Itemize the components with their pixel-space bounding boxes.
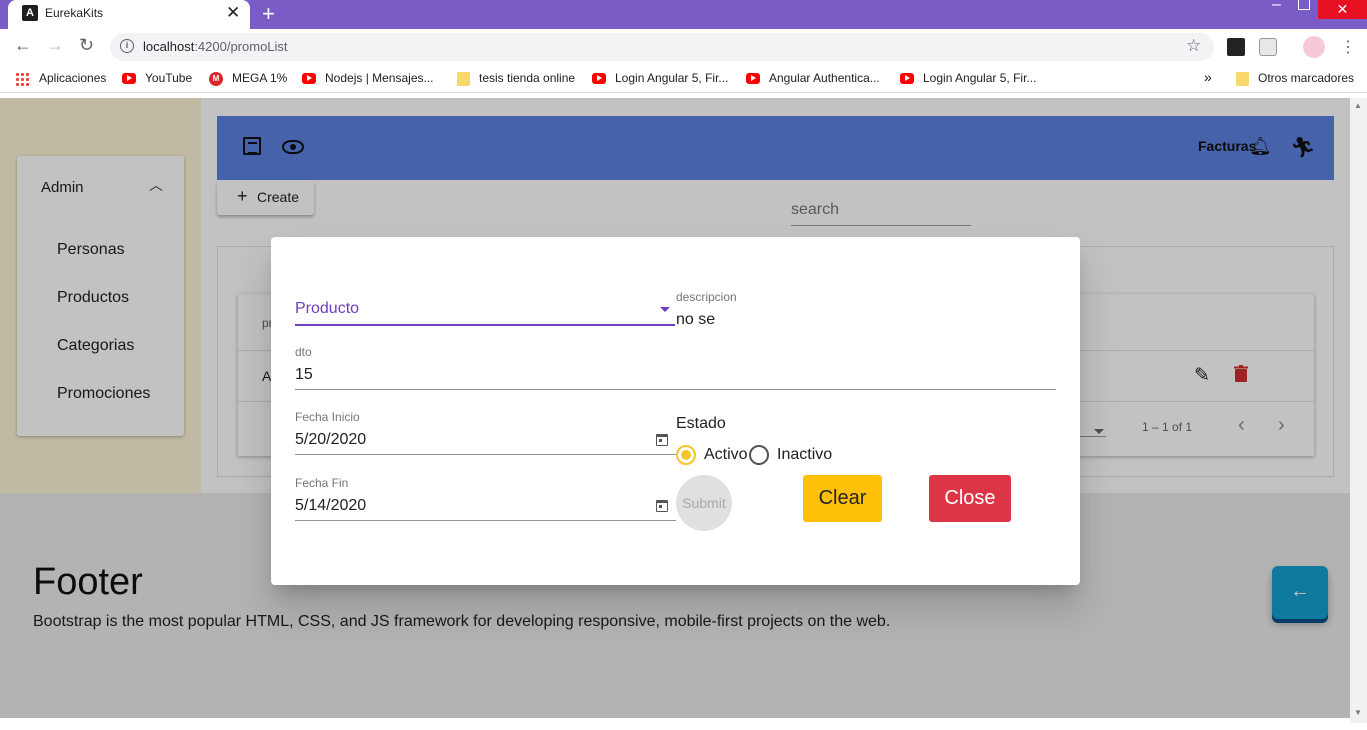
submit-button[interactable]: Submit — [676, 475, 732, 531]
profile-avatar[interactable] — [1303, 36, 1325, 58]
star-icon[interactable]: ☆ — [1186, 36, 1201, 56]
tab-title: EurekaKits — [45, 6, 104, 20]
forward-icon[interactable]: → — [46, 35, 64, 56]
fecha-inicio-field[interactable]: Fecha Inicio 5/20/2020 — [295, 410, 676, 456]
extension-icon[interactable] — [1227, 38, 1245, 56]
bookmark-angular-auth[interactable]: Angular Authentica... — [769, 71, 880, 85]
angular-favicon-icon: A — [22, 5, 38, 21]
bookmark-other[interactable]: Otros marcadores — [1258, 71, 1354, 85]
scroll-up-icon[interactable]: ▲ — [1354, 101, 1362, 110]
dto-value: 15 — [295, 366, 313, 383]
window-close-icon[interactable]: ✕ — [1318, 0, 1367, 19]
address-bar[interactable]: i localhost:4200/promoList ☆ — [110, 33, 1214, 61]
youtube-icon — [900, 73, 914, 84]
maximize-icon[interactable] — [1298, 0, 1310, 10]
page-scrollbar[interactable]: ▲ ▼ — [1350, 98, 1367, 723]
fecha-fin-label: Fecha Fin — [295, 476, 349, 490]
url-text: localhost:4200/promoList — [143, 39, 288, 54]
promo-dialog: Producto descripcion no se dto 15 Fecha … — [271, 237, 1080, 585]
url-path: :4200/promoList — [194, 39, 288, 54]
screen: A EurekaKits ✕ + – ✕ ← → ↻ i localhost:4… — [0, 0, 1367, 730]
bookmarks-bar: Aplicaciones YouTube M MEGA 1% Nodejs | … — [0, 65, 1367, 93]
descripcion-label: descripcion — [676, 290, 737, 304]
scroll-down-icon[interactable]: ▼ — [1354, 708, 1362, 717]
clear-button[interactable]: Clear — [803, 475, 882, 522]
bookmark-login-angular-1[interactable]: Login Angular 5, Fir... — [615, 71, 728, 85]
inactivo-radio[interactable] — [749, 445, 769, 465]
calendar-icon[interactable] — [656, 500, 668, 512]
field-underline — [676, 389, 1056, 390]
field-underline — [295, 520, 676, 521]
mega-icon: M — [209, 72, 223, 86]
browser-toolbar: ← → ↻ i localhost:4200/promoList ☆ ⋮ — [0, 29, 1367, 65]
inactivo-label[interactable]: Inactivo — [777, 446, 832, 464]
back-icon[interactable]: ← — [14, 35, 32, 56]
select-underline — [295, 324, 675, 326]
youtube-icon — [592, 73, 606, 84]
bookmarks-overflow[interactable]: » — [1204, 69, 1212, 85]
fecha-fin-value: 5/14/2020 — [295, 497, 367, 514]
plus-icon[interactable]: + — [262, 1, 275, 27]
youtube-icon — [746, 73, 760, 84]
calendar-icon[interactable] — [656, 434, 668, 446]
youtube-icon — [302, 73, 316, 84]
extension-s-icon[interactable] — [1259, 38, 1277, 56]
close-button[interactable]: Close — [929, 475, 1011, 522]
field-underline — [295, 454, 676, 455]
activo-radio[interactable] — [676, 445, 696, 465]
fecha-fin-field[interactable]: Fecha Fin 5/14/2020 — [295, 476, 676, 522]
estado-label: Estado — [676, 415, 726, 432]
url-host: localhost — [143, 39, 195, 54]
bookmark-mega[interactable]: MEGA 1% — [232, 71, 287, 85]
fecha-inicio-value: 5/20/2020 — [295, 431, 367, 448]
activo-label[interactable]: Activo — [704, 446, 748, 464]
bookmark-tesis[interactable]: tesis tienda online — [479, 71, 575, 85]
more-icon[interactable]: ⋮ — [1340, 37, 1356, 57]
close-icon[interactable]: ✕ — [226, 3, 240, 23]
info-icon[interactable]: i — [120, 39, 134, 53]
bookmark-apps[interactable]: Aplicaciones — [39, 71, 106, 85]
browser-tabbar: A EurekaKits ✕ + – ✕ — [0, 0, 1367, 29]
minimize-icon[interactable]: – — [1272, 0, 1281, 14]
descripcion-field[interactable]: descripcion no se — [676, 290, 1056, 390]
apps-grid-icon[interactable] — [15, 72, 29, 86]
fecha-inicio-label: Fecha Inicio — [295, 410, 360, 424]
dto-label: dto — [295, 345, 312, 359]
browser-tab[interactable]: A EurekaKits ✕ — [8, 0, 250, 29]
dto-field[interactable]: dto 15 — [295, 345, 676, 391]
folder-icon — [1236, 72, 1249, 86]
dropdown-arrow-icon — [660, 307, 670, 312]
folder-icon — [457, 72, 470, 86]
field-underline — [295, 389, 676, 390]
descripcion-value: no se — [676, 311, 716, 328]
producto-select-value: Producto — [295, 300, 360, 317]
youtube-icon — [122, 73, 136, 84]
reload-icon[interactable]: ↻ — [79, 35, 94, 56]
bookmark-login-angular-2[interactable]: Login Angular 5, Fir... — [923, 71, 1036, 85]
bookmark-nodejs[interactable]: Nodejs | Mensajes... — [325, 71, 434, 85]
bookmark-youtube[interactable]: YouTube — [145, 71, 192, 85]
